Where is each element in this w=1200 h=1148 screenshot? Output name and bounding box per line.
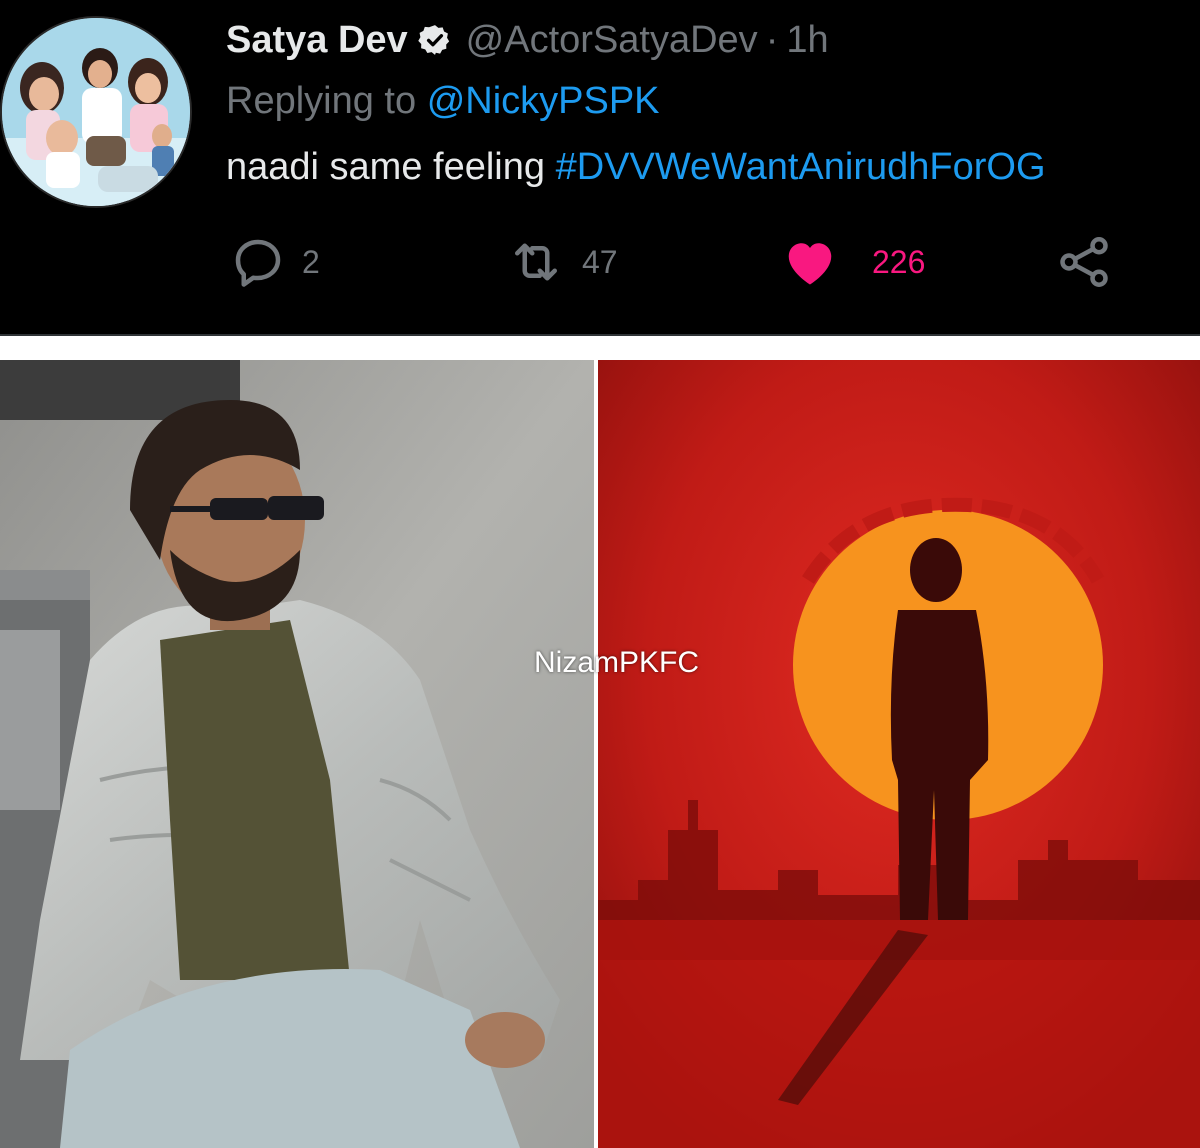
retweet-icon xyxy=(515,243,557,281)
like-button[interactable]: 226 xyxy=(780,232,925,292)
reply-icon xyxy=(235,239,281,287)
timestamp[interactable]: 1h xyxy=(786,19,828,62)
tweet-body: naadi same feeling xyxy=(226,146,545,188)
portrait-illustration xyxy=(0,360,594,1148)
reply-button[interactable]: 2 xyxy=(228,232,320,292)
separator-dot: · xyxy=(765,18,779,61)
replying-to-mention[interactable]: @NickyPSPK xyxy=(427,80,660,122)
poster-illustration xyxy=(598,360,1200,1148)
retweet-button[interactable]: 47 xyxy=(504,232,618,292)
verified-badge-icon xyxy=(417,25,449,55)
like-count: 226 xyxy=(872,243,926,280)
retweet-count: 47 xyxy=(582,243,618,280)
watermark-text: NizamPKFC xyxy=(534,646,700,679)
action-bar: 2 47 226 xyxy=(0,232,1200,292)
heart-icon xyxy=(788,243,832,285)
display-name[interactable]: Satya Dev xyxy=(226,19,408,62)
reply-count: 2 xyxy=(302,243,320,280)
tweet-header: Satya Dev @ActorSatyaDev · 1h xyxy=(226,18,829,62)
share-button[interactable] xyxy=(1054,232,1114,292)
poster-image xyxy=(598,360,1200,1148)
replying-to-line: Replying to @NickyPSPK xyxy=(226,80,660,123)
portrait-photo xyxy=(0,360,594,1148)
hashtag-link[interactable]: #DVVWeWantAnirudhForOG xyxy=(556,146,1046,188)
avatar[interactable] xyxy=(0,16,192,208)
replying-prefix: Replying to xyxy=(226,80,417,122)
tweet-text: naadi same feeling #DVVWeWantAnirudhForO… xyxy=(226,146,1046,189)
avatar-image xyxy=(2,18,190,206)
tweet-divider xyxy=(0,334,1200,336)
tweet-card: Satya Dev @ActorSatyaDev · 1h Replying t… xyxy=(0,0,1200,336)
share-icon xyxy=(1060,237,1108,287)
user-handle[interactable]: @ActorSatyaDev xyxy=(466,19,758,62)
